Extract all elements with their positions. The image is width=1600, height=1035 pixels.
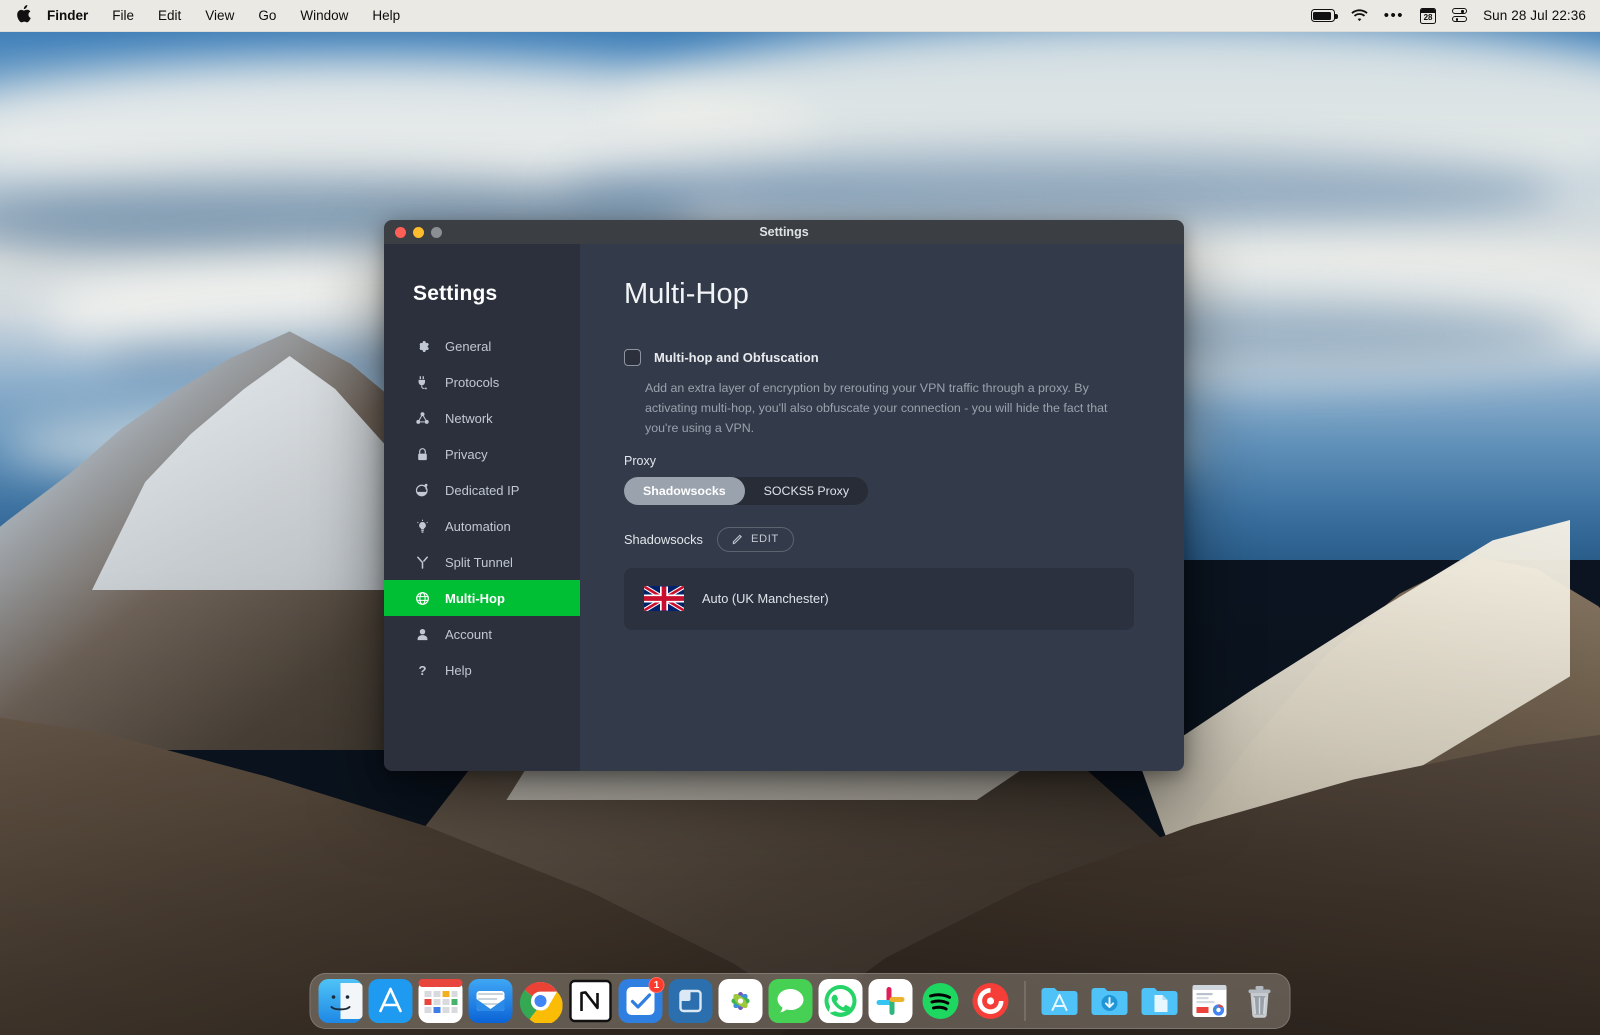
proxy-option-shadowsocks[interactable]: Shadowsocks bbox=[624, 477, 745, 505]
svg-text:?: ? bbox=[418, 663, 426, 678]
menu-bar: Finder File Edit View Go Window Help •••… bbox=[0, 0, 1600, 32]
dock-app-things[interactable]: 1 bbox=[619, 979, 663, 1023]
settings-main-pane: Multi-Hop Multi-hop and Obfuscation Add … bbox=[580, 244, 1184, 771]
dock-app-finder[interactable] bbox=[319, 979, 363, 1023]
sidebar-item-label: Multi-Hop bbox=[445, 591, 505, 606]
menu-edit[interactable]: Edit bbox=[146, 8, 193, 23]
split-tunnel-icon bbox=[414, 554, 431, 571]
proxy-option-socks5[interactable]: SOCKS5 Proxy bbox=[745, 477, 868, 505]
menu-bar-status-area: ••• 28 Sun 28 Jul 22:36 bbox=[1311, 8, 1600, 24]
dock-app-whatsapp[interactable] bbox=[819, 979, 863, 1023]
dock-app-chrome[interactable] bbox=[519, 979, 563, 1023]
question-icon: ? bbox=[414, 662, 431, 679]
sidebar-item-account[interactable]: Account bbox=[384, 616, 580, 652]
sidebar-item-dedicated-ip[interactable]: Dedicated IP bbox=[384, 472, 580, 508]
window-traffic-lights bbox=[384, 227, 442, 238]
menu-view[interactable]: View bbox=[193, 8, 246, 23]
sidebar-item-automation[interactable]: Automation bbox=[384, 508, 580, 544]
settings-sidebar: Settings General Protocols Network bbox=[384, 244, 580, 771]
dock-app-mail[interactable] bbox=[469, 979, 513, 1023]
sidebar-heading: Settings bbox=[384, 282, 580, 306]
network-icon bbox=[414, 410, 431, 427]
pencil-icon bbox=[732, 534, 743, 545]
gear-icon bbox=[414, 338, 431, 355]
calendar-icon[interactable]: 28 bbox=[1420, 8, 1436, 24]
dock-app-slack[interactable] bbox=[869, 979, 913, 1023]
dock: 1 bbox=[310, 973, 1291, 1029]
menu-bar-clock[interactable]: Sun 28 Jul 22:36 bbox=[1483, 8, 1586, 23]
settings-window: Settings Settings General Protocols bbox=[384, 220, 1184, 771]
edit-button[interactable]: EDIT bbox=[717, 527, 794, 552]
multi-hop-checkbox-label: Multi-hop and Obfuscation bbox=[654, 350, 819, 365]
more-dots-icon[interactable]: ••• bbox=[1384, 12, 1404, 20]
sidebar-item-label: Privacy bbox=[445, 447, 488, 462]
minimize-button[interactable] bbox=[413, 227, 424, 238]
dock-recent-file-stack[interactable] bbox=[1188, 979, 1232, 1023]
dedicated-ip-icon bbox=[414, 482, 431, 499]
server-row[interactable]: Auto (UK Manchester) bbox=[624, 568, 1134, 630]
sidebar-item-label: Automation bbox=[445, 519, 511, 534]
page-title: Multi-Hop bbox=[624, 278, 1144, 311]
multi-hop-checkbox[interactable] bbox=[624, 349, 641, 366]
sidebar-item-protocols[interactable]: Protocols bbox=[384, 364, 580, 400]
dock-app-photos[interactable] bbox=[719, 979, 763, 1023]
control-center-icon[interactable] bbox=[1452, 8, 1467, 23]
dock-app-pocket-casts[interactable] bbox=[969, 979, 1013, 1023]
sidebar-item-label: Protocols bbox=[445, 375, 499, 390]
window-title: Settings bbox=[384, 225, 1184, 239]
server-name: Auto (UK Manchester) bbox=[702, 591, 829, 606]
menu-go[interactable]: Go bbox=[246, 8, 288, 23]
dock-separator bbox=[1025, 981, 1026, 1021]
shadowsocks-edit-row: Shadowsocks EDIT bbox=[624, 527, 1144, 552]
menu-app-name[interactable]: Finder bbox=[45, 8, 100, 23]
dock-folder-downloads[interactable] bbox=[1088, 979, 1132, 1023]
menu-file[interactable]: File bbox=[100, 8, 146, 23]
dock-app-calendar[interactable] bbox=[419, 979, 463, 1023]
sidebar-item-help[interactable]: ? Help bbox=[384, 652, 580, 688]
sidebar-item-label: General bbox=[445, 339, 491, 354]
dock-badge-count: 1 bbox=[649, 977, 665, 993]
dock-app-app-store[interactable] bbox=[369, 979, 413, 1023]
dock-app-spotify[interactable] bbox=[919, 979, 963, 1023]
menu-help[interactable]: Help bbox=[360, 8, 412, 23]
sidebar-item-general[interactable]: General bbox=[384, 328, 580, 364]
edit-button-label: EDIT bbox=[751, 533, 779, 545]
calendar-day-number: 28 bbox=[1424, 13, 1433, 23]
person-icon bbox=[414, 626, 431, 643]
multi-hop-description: Add an extra layer of encryption by rero… bbox=[645, 378, 1144, 439]
multi-hop-checkbox-row[interactable]: Multi-hop and Obfuscation bbox=[624, 349, 1144, 366]
sidebar-item-label: Network bbox=[445, 411, 493, 426]
maximize-button[interactable] bbox=[431, 227, 442, 238]
dock-app-notion[interactable] bbox=[569, 979, 613, 1023]
sidebar-item-network[interactable]: Network bbox=[384, 400, 580, 436]
shadowsocks-label: Shadowsocks bbox=[624, 532, 703, 547]
proxy-label: Proxy bbox=[624, 454, 1144, 468]
wifi-icon[interactable] bbox=[1351, 9, 1368, 22]
sidebar-item-privacy[interactable]: Privacy bbox=[384, 436, 580, 472]
plug-icon bbox=[414, 374, 431, 391]
bulb-icon bbox=[414, 518, 431, 535]
close-button[interactable] bbox=[395, 227, 406, 238]
battery-icon[interactable] bbox=[1311, 9, 1335, 22]
sidebar-item-label: Account bbox=[445, 627, 492, 642]
window-title-bar[interactable]: Settings bbox=[384, 220, 1184, 244]
apple-menu-icon[interactable] bbox=[0, 5, 45, 27]
proxy-segmented-control: Shadowsocks SOCKS5 Proxy bbox=[624, 477, 868, 505]
globe-icon bbox=[414, 590, 431, 607]
dock-trash[interactable] bbox=[1238, 979, 1282, 1023]
sidebar-item-split-tunnel[interactable]: Split Tunnel bbox=[384, 544, 580, 580]
dock-folder-applications[interactable] bbox=[1038, 979, 1082, 1023]
sidebar-item-label: Help bbox=[445, 663, 472, 678]
sidebar-item-multi-hop[interactable]: Multi-Hop bbox=[384, 580, 580, 616]
dock-app-messages[interactable] bbox=[769, 979, 813, 1023]
lock-icon bbox=[414, 446, 431, 463]
sidebar-item-label: Dedicated IP bbox=[445, 483, 519, 498]
menu-window[interactable]: Window bbox=[288, 8, 360, 23]
dock-folder-documents[interactable] bbox=[1138, 979, 1182, 1023]
dock-app-rectangle[interactable] bbox=[669, 979, 713, 1023]
sidebar-item-label: Split Tunnel bbox=[445, 555, 513, 570]
uk-flag-icon bbox=[644, 586, 684, 611]
